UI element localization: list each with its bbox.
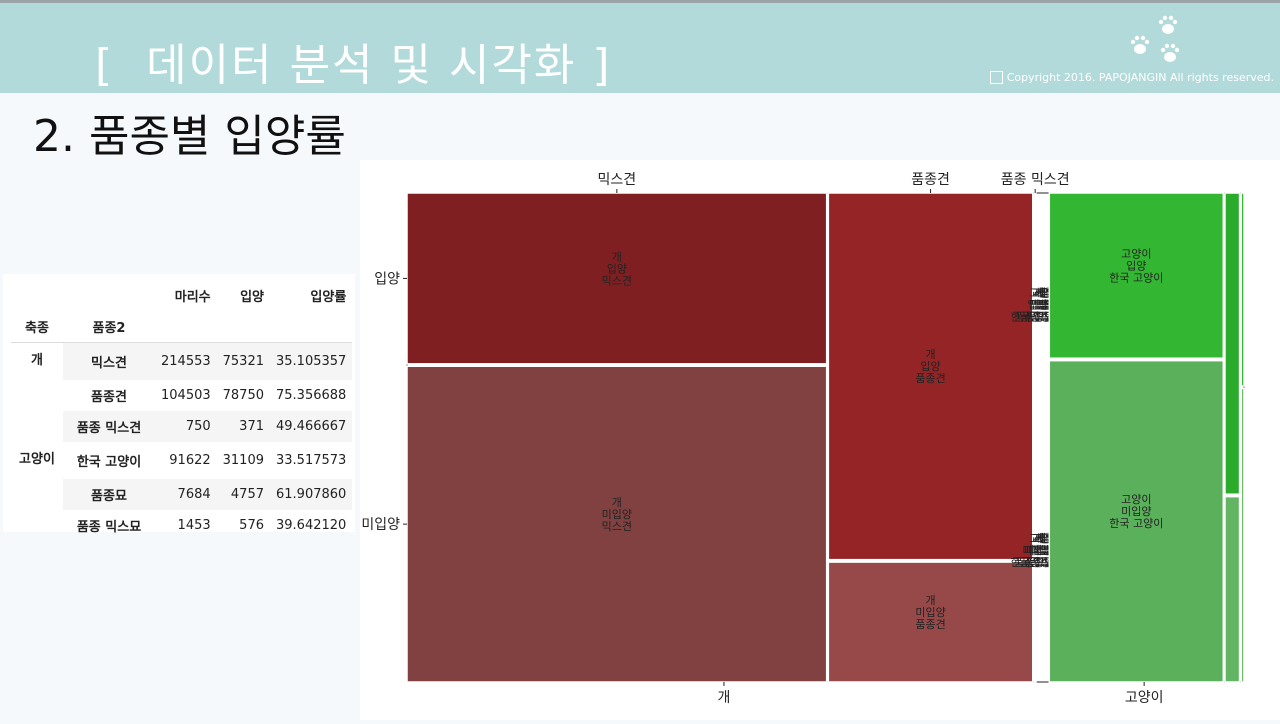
- rate-cell: 75.356688: [276, 388, 347, 403]
- x-tick-label: 개: [718, 690, 731, 706]
- header-blank: [63, 280, 155, 311]
- count-cell: 7684: [155, 479, 217, 510]
- header-title: [ 데이터 분석 및 시각화 ]: [95, 40, 612, 91]
- header-blank: [11, 280, 63, 311]
- breed-label: 믹스견: [63, 342, 155, 380]
- adopted-cell: 31109: [222, 453, 264, 468]
- breed-label: 품종묘: [63, 479, 155, 510]
- count-cell: 91622: [169, 453, 211, 468]
- column-header: 입양률: [310, 290, 347, 305]
- rate-cell: 61.907860: [270, 479, 353, 510]
- empty-cell: [270, 311, 352, 343]
- breed-label: 품종 믹스묘: [76, 520, 142, 535]
- group-label: 고양이: [19, 452, 55, 467]
- adopted-cell: 78750: [222, 388, 264, 403]
- table-row: 품종 믹스묘 1453 576 39.642120: [11, 510, 352, 541]
- breed-label: 한국 고양이: [76, 455, 142, 470]
- copyright-notice: Copyright 2016. PAPOJANGIN All rights re…: [989, 71, 1274, 84]
- index-name: 축종: [25, 321, 49, 336]
- column-header: 마리수: [174, 290, 211, 305]
- mosaic-chart: 개 입양 믹스견개 미입양 믹스견개 입양 품종견개 미입양 품종견개 입양 한국 고양이개 미입양 한…: [361, 172, 1245, 706]
- rate-cell: 39.642120: [276, 518, 347, 533]
- empty-cell: [155, 311, 217, 343]
- group-label: [11, 510, 63, 541]
- index-name: 품종2: [92, 321, 126, 336]
- chart-panel: 개 입양 믹스견 개 미입양 믹스견 개 입양 품종견 개 미입양 품종견 개 입양 한국 고양이 개 미입양 한…: [360, 160, 1280, 720]
- empty-cell: [217, 311, 270, 343]
- count-cell: 214553: [155, 342, 217, 380]
- table-header-row: 마리수 입양 입양률: [11, 280, 352, 311]
- adopted-cell: 576: [239, 518, 264, 533]
- mosaic-cell: [1240, 192, 1245, 387]
- table-row: 품종묘 7684 4757 61.907860: [11, 479, 353, 510]
- slide-header: [ 데이터 분석 및 시각화 ] Copyright 2016. PAPOJAN…: [0, 3, 1280, 93]
- rate-cell: 49.466667: [270, 411, 353, 442]
- column-header: 입양: [240, 290, 264, 305]
- breed-label: 품종견: [91, 390, 127, 405]
- count-cell: 104503: [161, 388, 211, 403]
- top-tick-label: 품종견: [911, 172, 950, 188]
- rate-cell: 33.517573: [276, 453, 347, 468]
- mosaic-cell: [1240, 387, 1245, 683]
- group-label: 개: [11, 342, 63, 380]
- rate-cell: 35.105357: [270, 342, 353, 380]
- table-index-row: 축종 품종2: [11, 311, 352, 343]
- copyright-text: Copyright 2016. PAPOJANGIN All rights re…: [1006, 71, 1274, 84]
- mosaic-cell: [1224, 192, 1241, 495]
- adopted-cell: 4757: [216, 479, 270, 510]
- adopted-cell: 75321: [216, 342, 270, 380]
- group-label: [11, 411, 63, 442]
- adopted-cell: 371: [216, 411, 270, 442]
- group-label: [11, 479, 63, 510]
- top-tick-label: 믹스견: [598, 172, 637, 188]
- paw-prints-icon: [1130, 15, 1180, 62]
- group-label: [11, 380, 63, 411]
- top-tick-label: 품종 믹스견: [1001, 172, 1070, 188]
- adoption-rate-table: 마리수 입양 입양률 축종 품종2 개 믹스견 214553 75321 35.…: [11, 280, 353, 541]
- table-row: 품종견 104503 78750 75.356688: [11, 380, 352, 411]
- adoption-table-panel: 마리수 입양 입양률 축종 품종2 개 믹스견 214553 75321 35.…: [3, 274, 355, 535]
- section-title: 2. 품종별 입양률: [33, 111, 346, 162]
- y-tick-label: 미입양: [361, 517, 400, 533]
- table-row: 고양이 한국 고양이 91622 31109 33.517573: [11, 442, 352, 479]
- table-row: 개 믹스견 214553 75321 35.105357: [11, 342, 353, 380]
- table-row: 품종 믹스견 750 371 49.466667: [11, 411, 353, 442]
- count-cell: 1453: [177, 518, 211, 533]
- y-tick-label: 입양: [374, 271, 400, 287]
- breed-label: 품종 믹스견: [63, 411, 155, 442]
- copyright-box-icon: [989, 71, 1003, 84]
- x-tick-label: 고양이: [1125, 690, 1164, 706]
- count-cell: 750: [155, 411, 217, 442]
- mosaic-cell: [1224, 495, 1241, 683]
